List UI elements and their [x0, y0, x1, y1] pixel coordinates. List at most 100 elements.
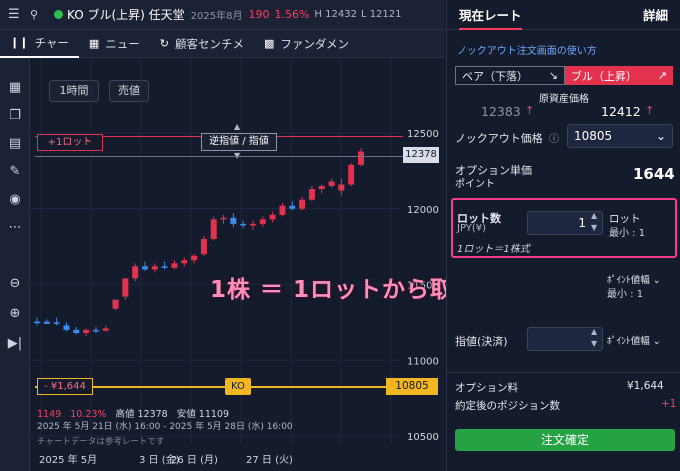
chevron-down-icon: ⌄	[652, 275, 661, 286]
more-icon[interactable]: ⋯	[5, 218, 25, 238]
limit-stepper-down-icon[interactable]: ▼	[591, 339, 597, 348]
stop-limit-handle[interactable]: 逆指値 / 指値	[201, 133, 277, 151]
chevron-down-icon: ⌄	[652, 336, 661, 347]
price-chart[interactable]: 1時間 売値 12500 12000 11500 11000 10500 2025 年 …	[31, 58, 445, 471]
price-change: 190	[248, 8, 270, 21]
y-tick-label: 10500	[407, 432, 439, 443]
limit-stepper-up-icon[interactable]: ▲	[591, 327, 597, 336]
chart-info: 1149 10.23% 高値 12378 安値 11109	[37, 406, 229, 420]
market-open-indicator	[54, 10, 63, 19]
chart-toolbar: ▦ ❐ ▤ ✎ ◉ ⋯ ⊖ ⊕ ▶|	[0, 58, 30, 471]
candle-body	[240, 223, 247, 226]
option-price-value: 1644	[633, 165, 675, 183]
knockout-price-value: 10805	[574, 129, 613, 143]
lot-note: 1ロット＝1株式	[457, 244, 530, 255]
knockout-price-label: ノックアウト価格	[455, 132, 543, 145]
tab-fundamentals[interactable]: ▩ ファンダメン	[254, 30, 359, 58]
layers-icon[interactable]: ❐	[5, 106, 25, 126]
candle-body	[338, 184, 345, 191]
candle-body	[289, 205, 296, 209]
candle-body	[348, 164, 355, 185]
chart-range: 2025 年 5月 21日 (水) 16:00 - 2025 年 5月 28日 …	[37, 422, 293, 432]
calculator-icon[interactable]: ▦	[5, 78, 25, 98]
candle-body	[318, 186, 325, 190]
lot-quantity-value: 1	[578, 216, 586, 230]
position-count-value: +1	[661, 398, 677, 410]
bull-price: 12412	[601, 104, 641, 119]
stop-minimum: 最小 : 1	[607, 289, 644, 300]
candle-body	[132, 266, 139, 279]
tab-label: ニュー	[105, 36, 140, 51]
confirm-order-button[interactable]: 注文確定	[455, 429, 675, 451]
lot-minimum: 最小 : 1	[609, 228, 646, 239]
search-icon[interactable]: ⚲	[30, 8, 46, 21]
info-icon[interactable]: ⓘ	[549, 130, 559, 145]
chevron-down-icon: ⌄	[655, 129, 666, 143]
chart-disclaimer: チャートデータは参考レートです	[37, 437, 165, 447]
ko-badge: KO	[225, 378, 251, 395]
stop-point-select[interactable]: ﾎﾟｲﾝﾄ値幅 ⌄	[607, 272, 661, 286]
candle-body	[92, 329, 99, 332]
ko-price-tag: 10805	[386, 378, 438, 395]
candle-body	[220, 217, 227, 220]
candle-body	[142, 266, 148, 270]
bear-label: ベア（下落）	[462, 69, 528, 83]
tab-news[interactable]: ▦ ニュー	[79, 30, 150, 58]
candle-body	[210, 219, 217, 240]
tab-details[interactable]: 詳細	[643, 5, 668, 24]
bear-up-arrow-icon: ↑	[525, 104, 535, 117]
order-panel: 現在レート 詳細 ノックアウト注文画面の使い方 ベア（下落） ↘ ブル（上昇） …	[446, 0, 680, 471]
limit-point-label: ﾎﾟｲﾝﾄ値幅	[607, 336, 650, 347]
candle-body	[328, 181, 335, 187]
candle-body	[250, 223, 256, 226]
candle-body	[259, 219, 266, 224]
top-bar: ☰ ⚲ KO ブル(上昇) 任天堂 2025年8月 190 1.56% H 12…	[0, 0, 445, 30]
candle-body	[83, 329, 90, 333]
instrument-name[interactable]: KO ブル(上昇) 任天堂	[67, 6, 185, 23]
x-tick-label: 27 日 (火)	[246, 454, 293, 466]
underlying-label: 原資産価格	[539, 94, 589, 105]
bull-button[interactable]: ブル（上昇） ↗	[565, 66, 673, 85]
option-fee-label: オプション料	[455, 382, 518, 394]
candle-body	[191, 255, 198, 261]
stepper-up-icon[interactable]: ▲	[591, 211, 597, 220]
bear-button[interactable]: ベア（下落） ↘	[455, 66, 565, 85]
indicators-icon[interactable]: ▤	[5, 134, 25, 154]
candle-body	[181, 260, 188, 264]
stepper-down-icon[interactable]: ▼	[591, 223, 597, 232]
drag-up-icon: ▲	[234, 122, 241, 131]
x-axis: 2025 年 5月 3 日 (金)26 日 (月) 27 日 (火)	[39, 453, 293, 466]
candle-body	[308, 189, 315, 200]
divider	[447, 372, 680, 373]
bear-price: 12383	[481, 104, 521, 119]
knockout-price-select[interactable]: 10805 ⌄	[567, 124, 673, 148]
price-change-pct: 1.56%	[274, 8, 310, 21]
candle-body	[63, 325, 70, 330]
menu-icon[interactable]: ☰	[8, 7, 26, 22]
position-count-label: 約定後のポジション数	[455, 400, 560, 412]
sentiment-icon: ↻	[159, 37, 169, 50]
candle-body	[230, 217, 237, 224]
help-link[interactable]: ノックアウト注文画面の使い方	[457, 42, 597, 57]
y-tick-label: 12500	[407, 129, 439, 140]
limit-point-select[interactable]: ﾎﾟｲﾝﾄ値幅 ⌄	[607, 333, 661, 347]
eye-icon[interactable]: ◉	[5, 190, 25, 210]
scroll-to-end-icon[interactable]: ▶|	[5, 334, 25, 354]
arrow-up-right-icon: ↗	[657, 69, 667, 82]
tab-label: チャー	[34, 35, 69, 50]
tab-sentiment[interactable]: ↻ 顧客センチメ	[150, 30, 254, 58]
candle-body	[102, 328, 109, 331]
current-price-tag: 12378	[403, 147, 439, 163]
bull-up-arrow-icon: ↑	[645, 104, 655, 117]
high-price: H 12432	[314, 9, 357, 20]
tab-current-rate[interactable]: 現在レート	[459, 0, 522, 30]
zoom-out-icon[interactable]: ⊖	[5, 274, 25, 294]
candle-body	[73, 329, 80, 333]
bull-label: ブル（上昇）	[571, 69, 637, 83]
lot-marker[interactable]: +1ロット	[37, 134, 103, 151]
pencil-icon[interactable]: ✎	[5, 162, 25, 182]
tab-chart[interactable]: ❙❙ チャー	[0, 30, 79, 58]
candle-body	[53, 322, 60, 324]
content-tabs: ❙❙ チャー ▦ ニュー ↻ 顧客センチメ ▩ ファンダメン	[0, 30, 445, 58]
zoom-in-icon[interactable]: ⊕	[5, 304, 25, 324]
